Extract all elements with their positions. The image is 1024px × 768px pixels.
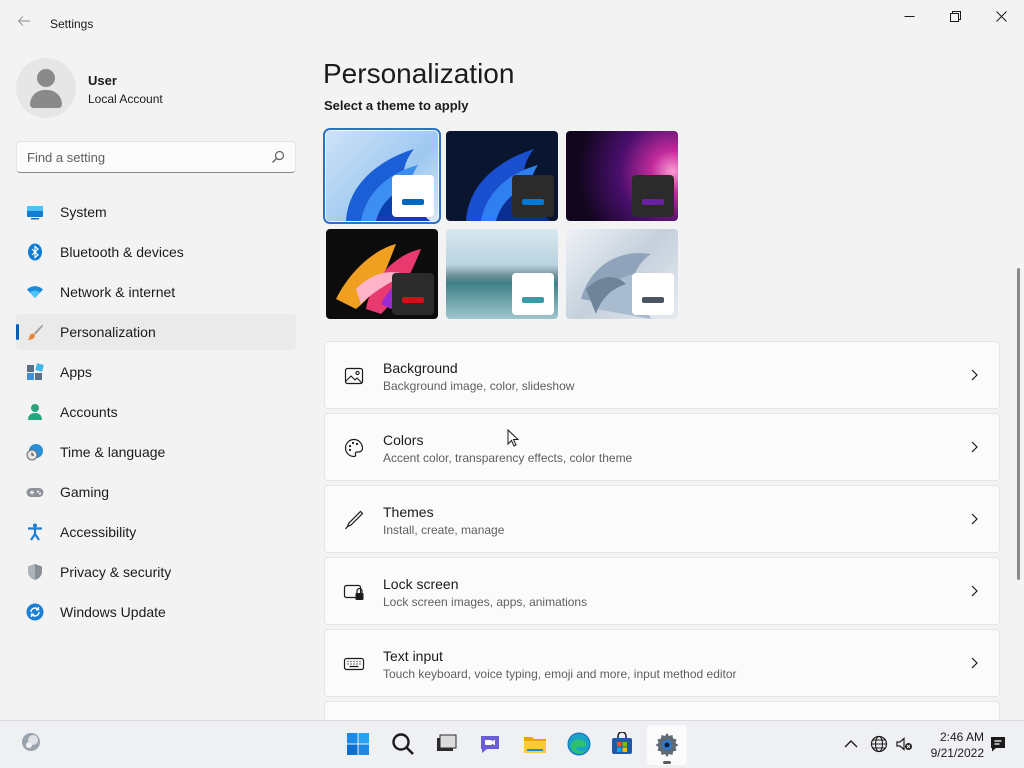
- themes-card[interactable]: Themes Install, create, manage: [324, 485, 1000, 553]
- close-icon: [995, 10, 1007, 22]
- settings-icon: [655, 733, 679, 757]
- text-input-card[interactable]: Text input Touch keyboard, voice typing,…: [324, 629, 1000, 697]
- chevron-right-icon: [971, 441, 978, 453]
- close-button[interactable]: [978, 6, 1024, 26]
- theme-glow[interactable]: [566, 131, 678, 221]
- system-icon: [27, 206, 43, 220]
- sidebar-item-privacy[interactable]: Privacy & security: [16, 554, 296, 590]
- accessibility-icon: [28, 523, 42, 541]
- chevron-right-icon: [971, 369, 978, 381]
- sidebar-item-windows-update[interactable]: Windows Update: [16, 594, 296, 630]
- time-language-icon: [26, 444, 43, 461]
- brush-icon: [27, 324, 43, 340]
- chat-button[interactable]: [476, 730, 504, 758]
- file-explorer-icon: [524, 737, 546, 753]
- taskbar-search-button[interactable]: [389, 730, 417, 758]
- theme-windows-light[interactable]: [323, 128, 441, 224]
- image-icon: [344, 367, 364, 385]
- chevron-right-icon: [971, 585, 978, 597]
- settings-cards: Background Background image, color, slid…: [324, 341, 1000, 727]
- sidebar-item-apps[interactable]: Apps: [16, 354, 296, 390]
- chevron-up-icon[interactable]: [842, 735, 860, 753]
- wifi-icon: [27, 286, 43, 298]
- sidebar-item-system[interactable]: System: [16, 194, 296, 230]
- sidebar-item-time-language[interactable]: Time & language: [16, 434, 296, 470]
- sidebar-item-accessibility[interactable]: Accessibility: [16, 514, 296, 550]
- chevron-right-icon: [971, 513, 978, 525]
- account-type: Local Account: [88, 92, 163, 106]
- apps-icon: [27, 363, 44, 380]
- notification-icon[interactable]: [989, 735, 1007, 753]
- palette-icon: [344, 438, 364, 458]
- update-icon: [26, 603, 44, 621]
- sidebar-item-bluetooth[interactable]: Bluetooth & devices: [16, 234, 296, 270]
- sidebar-item-accounts[interactable]: Accounts: [16, 394, 296, 430]
- user-profile[interactable]: User Local Account: [16, 58, 296, 118]
- back-arrow-icon[interactable]: [14, 14, 34, 34]
- widgets-icon[interactable]: [20, 731, 42, 753]
- page-title: Personalization: [323, 58, 515, 89]
- scrollbar[interactable]: [1017, 268, 1020, 580]
- volume-muted-icon[interactable]: [895, 735, 913, 753]
- start-button[interactable]: [344, 730, 372, 758]
- theme-sunrise[interactable]: [446, 229, 558, 319]
- sidebar-item-gaming[interactable]: Gaming: [16, 474, 296, 510]
- chevron-right-icon: [971, 657, 978, 669]
- sidebar-item-personalization[interactable]: Personalization: [16, 314, 296, 350]
- app-title: Settings: [50, 17, 94, 31]
- theme-captured-motion[interactable]: [326, 229, 438, 319]
- lock-screen-icon: [343, 584, 364, 600]
- minimize-button[interactable]: [886, 6, 932, 26]
- shield-icon: [28, 564, 42, 580]
- chat-icon: [481, 736, 499, 753]
- store-button[interactable]: [608, 730, 636, 758]
- lock-screen-card[interactable]: Lock screen Lock screen images, apps, an…: [324, 557, 1000, 625]
- store-icon: [612, 732, 632, 754]
- clock-date: 9/21/2022: [930, 746, 984, 760]
- start-icon: [347, 733, 369, 755]
- search-placeholder: Find a setting: [27, 150, 106, 165]
- background-card[interactable]: Background Background image, color, slid…: [324, 341, 1000, 409]
- taskbar: 2:46 AM 9/21/2022: [0, 720, 1024, 768]
- minimize-icon: [904, 15, 914, 17]
- themes-section-label: Select a theme to apply: [324, 100, 469, 113]
- globe-icon[interactable]: [870, 735, 888, 753]
- clock-time: 2:46 AM: [939, 730, 984, 744]
- edge-icon: [567, 732, 591, 756]
- maximize-icon: [949, 10, 961, 22]
- sidebar-nav: System Bluetooth & devices Network & int…: [16, 194, 296, 634]
- pen-icon: [345, 510, 364, 530]
- search-input[interactable]: Find a setting: [16, 141, 296, 173]
- maximize-button[interactable]: [932, 6, 978, 26]
- settings-taskbar-button[interactable]: [647, 725, 687, 765]
- task-view-icon: [437, 734, 457, 751]
- task-view-button[interactable]: [432, 730, 460, 758]
- clock[interactable]: 2:46 AM 9/21/2022: [924, 729, 984, 761]
- avatar: [16, 58, 76, 118]
- bluetooth-icon: [28, 243, 42, 261]
- theme-windows-dark[interactable]: [446, 131, 558, 221]
- edge-button[interactable]: [565, 730, 593, 758]
- user-name: User: [88, 73, 117, 88]
- mouse-cursor-icon: [507, 429, 519, 447]
- gamepad-icon: [26, 488, 44, 497]
- title-bar: Settings: [0, 0, 1024, 48]
- keyboard-icon: [343, 657, 365, 671]
- search-icon: [392, 733, 414, 755]
- search-icon: [272, 150, 285, 163]
- colors-card[interactable]: Colors Accent color, transparency effect…: [324, 413, 1000, 481]
- file-explorer-button[interactable]: [521, 730, 549, 758]
- theme-flow[interactable]: [566, 229, 678, 319]
- accounts-icon: [28, 404, 42, 420]
- sidebar-item-network[interactable]: Network & internet: [16, 274, 296, 310]
